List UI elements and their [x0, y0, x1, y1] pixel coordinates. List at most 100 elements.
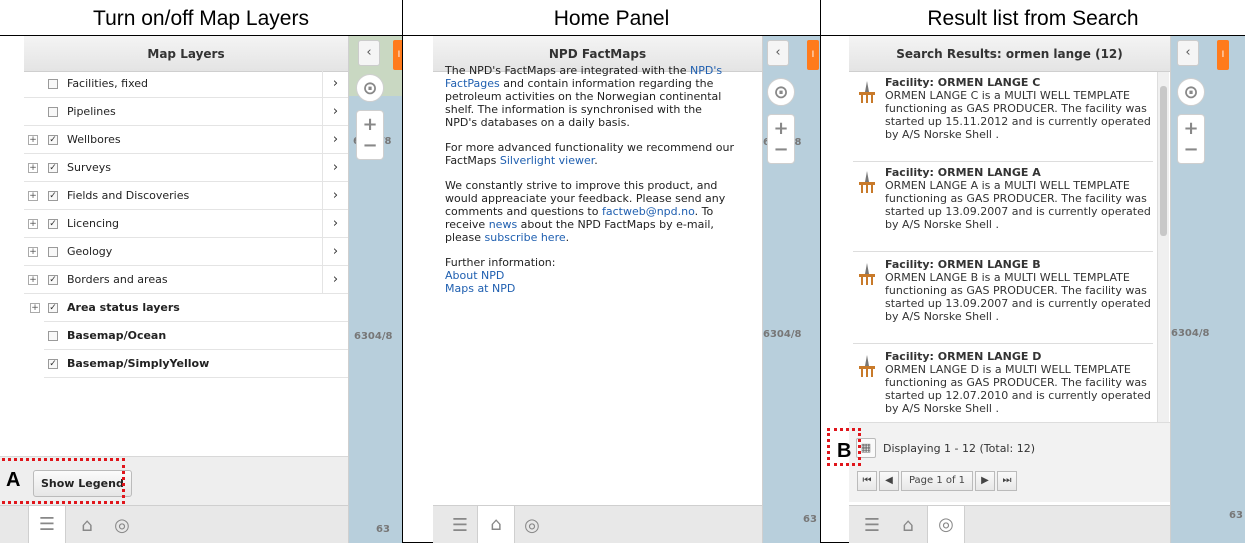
expand-icon[interactable]: +	[28, 247, 38, 257]
layer-row[interactable]: + ✓ Area status layers	[30, 294, 348, 322]
panel-tab-bar: ☰ ⌂ ◎	[849, 505, 1170, 543]
layer-row[interactable]: + ✓ Licencing ›	[24, 210, 348, 238]
result-description: ORMEN LANGE C is a MULTI WELL TEMPLATE f…	[885, 89, 1151, 141]
layer-checkbox[interactable]	[48, 330, 58, 341]
orange-tool-button[interactable]: I	[807, 40, 819, 70]
search-icon: ◎	[524, 514, 540, 536]
zoom-control: + −	[767, 114, 795, 164]
layer-label: Geology	[67, 245, 113, 258]
layer-label: Facilities, fixed	[67, 77, 148, 90]
layer-checkbox[interactable]	[48, 106, 58, 117]
layer-checkbox[interactable]: ✓	[48, 274, 58, 285]
layer-checkbox[interactable]: ✓	[48, 134, 58, 145]
search-tab[interactable]: ◎	[927, 506, 965, 543]
chevron-right-icon[interactable]: ›	[322, 266, 348, 293]
layer-row[interactable]: Pipelines ›	[24, 98, 348, 126]
locate-icon[interactable]: ⊙	[1177, 78, 1205, 106]
layer-row[interactable]: + ✓ Fields and Discoveries ›	[24, 182, 348, 210]
layers-icon: ☰	[451, 514, 469, 536]
prev-page-button[interactable]: ◀	[879, 471, 899, 491]
zoom-out-icon[interactable]: −	[773, 139, 788, 160]
expand-icon[interactable]: +	[28, 135, 38, 145]
collapse-panel-button[interactable]: ‹	[1177, 40, 1199, 66]
home-tab[interactable]: ⌂	[477, 506, 515, 543]
layer-checkbox[interactable]: ✓	[48, 218, 58, 229]
chevron-right-icon[interactable]: ›	[322, 70, 348, 97]
orange-tool-button[interactable]: I	[393, 40, 402, 70]
layer-row[interactable]: Basemap/Ocean	[44, 322, 348, 350]
chevron-right-icon[interactable]: ›	[322, 182, 348, 209]
displaying-count: Displaying 1 - 12 (Total: 12)	[883, 442, 1035, 455]
silverlight-viewer-link[interactable]: Silverlight viewer	[500, 154, 594, 167]
zoom-in-icon[interactable]: +	[1183, 118, 1198, 139]
result-item[interactable]: Facility: ORMEN LANGE C ORMEN LANGE C is …	[853, 76, 1153, 162]
next-page-button[interactable]: ▶	[975, 471, 995, 491]
chevron-right-icon[interactable]: ›	[322, 238, 348, 265]
locate-icon[interactable]: ⊙	[767, 78, 795, 106]
chevron-right-icon[interactable]: ›	[322, 126, 348, 153]
zoom-in-icon[interactable]: +	[773, 118, 788, 139]
chevron-right-icon[interactable]: ›	[322, 210, 348, 237]
layer-row[interactable]: + ✓ Borders and areas ›	[24, 266, 348, 294]
result-item[interactable]: Facility: ORMEN LANGE A ORMEN LANGE A is …	[853, 166, 1153, 252]
result-description: ORMEN LANGE D is a MULTI WELL TEMPLATE f…	[885, 363, 1151, 415]
layer-row[interactable]: ✓ Basemap/SimplyYellow	[44, 350, 348, 378]
orange-tool-button[interactable]: I	[1217, 40, 1229, 70]
layers-tab[interactable]: ☰	[28, 506, 66, 543]
map-label: 6304/8	[354, 331, 393, 342]
layer-checkbox[interactable]	[48, 78, 58, 89]
collapse-panel-button[interactable]: ‹	[767, 40, 789, 66]
layer-row[interactable]: + Geology ›	[24, 238, 348, 266]
text: .	[594, 154, 598, 167]
search-results-panel: Search Results: ormen lange (12) Facilit…	[849, 36, 1171, 543]
layer-row[interactable]: + ✓ Surveys ›	[24, 154, 348, 182]
zoom-out-icon[interactable]: −	[1183, 139, 1198, 160]
news-link[interactable]: news	[489, 218, 517, 231]
locate-icon[interactable]: ⊙	[356, 74, 384, 102]
maps-at-npd-link[interactable]: Maps at NPD	[445, 282, 735, 295]
map-label: 63	[1229, 510, 1243, 521]
layer-checkbox[interactable]: ✓	[48, 358, 58, 369]
results-scrollbar[interactable]	[1157, 72, 1169, 422]
expand-icon[interactable]: +	[28, 191, 38, 201]
layer-checkbox[interactable]: ✓	[48, 302, 58, 313]
search-tab[interactable]: ◎	[513, 506, 551, 543]
chevron-right-icon[interactable]: ›	[322, 98, 348, 125]
map-view[interactable]: 6304/8 6304/8 63	[761, 36, 820, 543]
home-tab[interactable]: ⌂	[889, 506, 927, 543]
layers-icon: ☰	[863, 514, 881, 536]
email-link[interactable]: factweb@npd.no	[602, 205, 695, 218]
layer-label: Wellbores	[67, 133, 121, 146]
search-tab[interactable]: ◎	[103, 506, 141, 543]
layer-row[interactable]: Facilities, fixed ›	[24, 70, 348, 98]
subscribe-link[interactable]: subscribe here	[485, 231, 566, 244]
right-column-title: Result list from Search	[821, 0, 1245, 36]
expand-icon[interactable]: +	[30, 303, 40, 313]
map-label: 6304/8	[763, 329, 802, 340]
layers-tab[interactable]: ☰	[853, 506, 891, 543]
result-item[interactable]: Facility: ORMEN LANGE B ORMEN LANGE B is …	[853, 258, 1153, 344]
collapse-panel-button[interactable]: ‹	[358, 40, 380, 66]
search-screenshot: 6304/8 63 Search Results: ormen lange (1…	[821, 36, 1245, 543]
map-view[interactable]: 6304/8 63	[1169, 36, 1245, 543]
layer-checkbox[interactable]: ✓	[48, 190, 58, 201]
layer-label: Licencing	[67, 217, 120, 230]
zoom-control: + −	[1177, 114, 1205, 164]
last-page-button[interactable]: ⏭	[997, 471, 1017, 491]
layers-tab[interactable]: ☰	[441, 506, 479, 543]
panel-title: Map Layers	[24, 36, 348, 72]
expand-icon[interactable]: +	[28, 163, 38, 173]
zoom-out-icon[interactable]: −	[362, 135, 377, 156]
expand-icon[interactable]: +	[28, 275, 38, 285]
layer-row[interactable]: + ✓ Wellbores ›	[24, 126, 348, 154]
scrollbar-thumb[interactable]	[1160, 86, 1167, 236]
expand-icon[interactable]: +	[28, 219, 38, 229]
home-tab[interactable]: ⌂	[68, 506, 106, 543]
layer-checkbox[interactable]	[48, 246, 58, 257]
chevron-right-icon[interactable]: ›	[322, 154, 348, 181]
zoom-in-icon[interactable]: +	[362, 114, 377, 135]
first-page-button[interactable]: ⏮	[857, 471, 877, 491]
left-column-title: Turn on/off Map Layers	[0, 0, 403, 36]
layer-checkbox[interactable]: ✓	[48, 162, 58, 173]
about-npd-link[interactable]: About NPD	[445, 269, 735, 282]
